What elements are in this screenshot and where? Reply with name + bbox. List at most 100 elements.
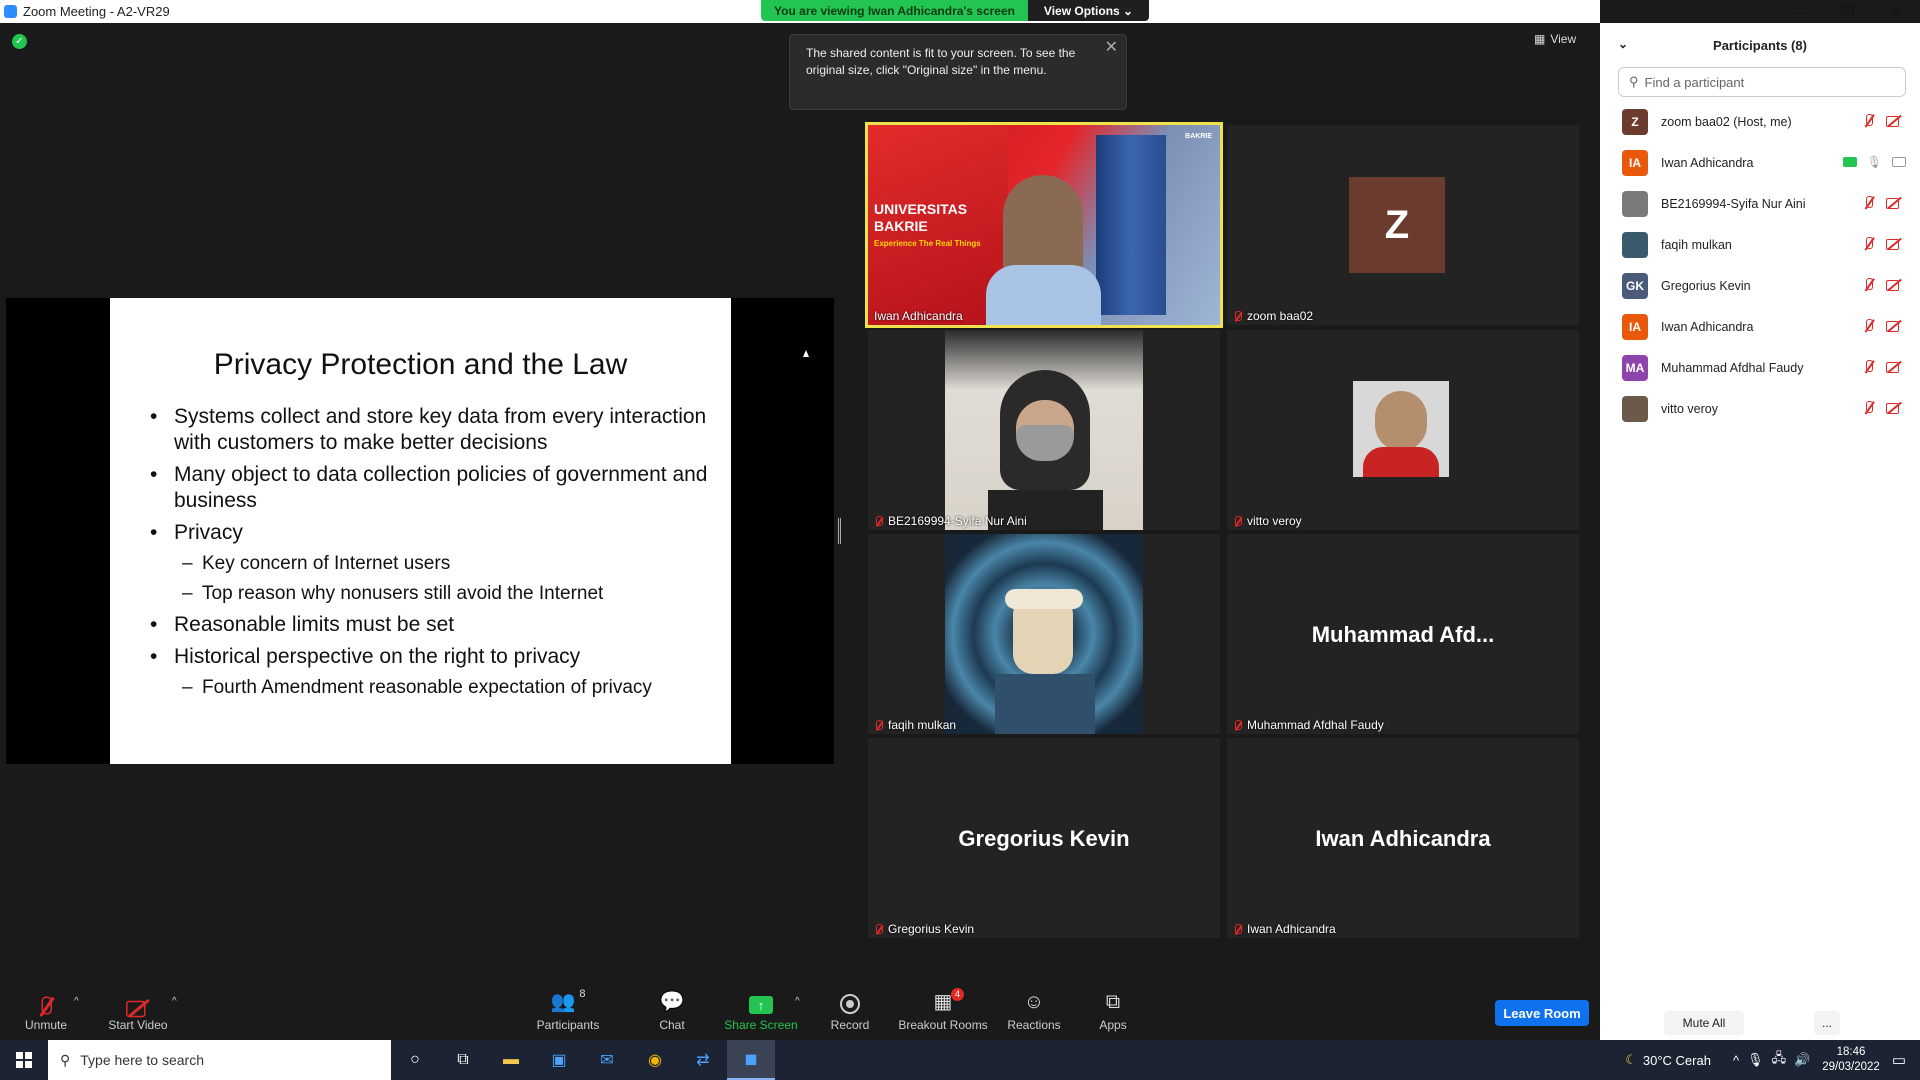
slide-bullet: Privacy (110, 520, 731, 546)
mute-all-button[interactable]: Mute All (1664, 1011, 1744, 1035)
video-tile[interactable]: Gregorius Kevin Gregorius Kevin (868, 738, 1220, 938)
video-off-icon[interactable] (1886, 360, 1902, 373)
share-options-chevron-icon[interactable]: ^ (795, 996, 800, 1007)
video-tile-active-speaker[interactable]: UNIVERSITAS BAKRIE Experience The Real T… (865, 122, 1223, 328)
video-off-icon[interactable] (1886, 278, 1902, 291)
university-banner: UNIVERSITAS BAKRIE Experience The Real T… (874, 201, 981, 248)
video-tile[interactable]: Iwan Adhicandra Iwan Adhicandra (1227, 738, 1579, 938)
encryption-shield-icon[interactable]: ✓ (12, 34, 27, 49)
avatar: Z (1622, 108, 1648, 135)
presenter-shirt (986, 265, 1101, 325)
muted-mic-icon[interactable] (1862, 278, 1876, 292)
network-icon[interactable]: 🖧 (1772, 1049, 1787, 1071)
tile-name-label: Muhammad Afdhal Faudy (1233, 718, 1384, 732)
view-options-button[interactable]: View Options ⌄ (1028, 0, 1149, 21)
volume-icon[interactable]: 🔊 (1794, 1052, 1810, 1068)
video-off-icon[interactable] (1886, 319, 1902, 332)
muted-mic-icon[interactable] (1862, 360, 1876, 374)
task-view-icon[interactable]: ⧉ (439, 1040, 487, 1080)
video-off-icon[interactable] (1886, 237, 1902, 250)
minimize-button[interactable]: — (1777, 0, 1823, 23)
participant-row[interactable]: GK Gregorius Kevin (1600, 265, 1920, 306)
muted-mic-icon[interactable] (1862, 114, 1876, 128)
leave-room-button[interactable]: Leave Room (1495, 1000, 1589, 1026)
mic-on-icon[interactable]: 🎙 (1867, 155, 1882, 169)
tile-name-label: Gregorius Kevin (874, 922, 974, 936)
apps-icon: ⧉ (1105, 991, 1121, 1013)
mail-icon[interactable]: ✉ (583, 1040, 631, 1080)
sharing-screen-icon (1842, 157, 1857, 167)
store-icon[interactable]: ▣ (535, 1040, 583, 1080)
tooltip-close-icon[interactable]: ✕ (1105, 39, 1118, 56)
participant-name: Gregorius Kevin (1661, 278, 1751, 293)
reactions-button[interactable]: ☺ Reactions (994, 988, 1074, 1032)
participant-row[interactable]: BE2169994-Syifa Nur Aini (1600, 183, 1920, 224)
video-off-icon[interactable] (1886, 114, 1902, 127)
video-options-chevron-icon[interactable]: ^ (172, 996, 177, 1007)
close-button[interactable]: ✕ (1873, 0, 1919, 23)
video-tile[interactable]: faqih mulkan (868, 534, 1220, 734)
breakout-rooms-button[interactable]: ▦ 4 Breakout Rooms (895, 988, 991, 1032)
chrome-icon[interactable]: ◉ (631, 1040, 679, 1080)
participant-row[interactable]: IA Iwan Adhicandra 🎙 (1600, 142, 1920, 183)
participant-row[interactable]: Z zoom baa02 (Host, me) (1600, 101, 1920, 142)
video-on-icon[interactable] (1892, 157, 1906, 167)
search-icon: ⚲ (60, 1051, 71, 1068)
record-button[interactable]: Record (810, 988, 890, 1032)
screen-share-banner: You are viewing Iwan Adhicandra's screen… (761, 0, 1149, 21)
participant-row[interactable]: faqih mulkan (1600, 224, 1920, 265)
collapse-chevron-icon[interactable]: ⌄ (1618, 37, 1628, 51)
more-options-button[interactable]: ... (1814, 1011, 1840, 1035)
split-view-handle[interactable] (838, 518, 841, 544)
apps-button[interactable]: ⧉ Apps (1073, 988, 1153, 1032)
clock[interactable]: 18:46 29/03/2022 (1822, 1045, 1880, 1075)
unmute-button[interactable]: Unmute (6, 988, 86, 1032)
panel-header: ⌄ Participants (8) (1600, 23, 1920, 67)
video-off-icon[interactable] (1886, 401, 1902, 414)
start-button[interactable] (0, 1040, 48, 1080)
start-video-button[interactable]: Start Video (98, 988, 178, 1032)
profile-picture (945, 534, 1143, 734)
chat-button[interactable]: 💬 Chat (632, 988, 712, 1032)
muted-mic-icon[interactable] (1862, 196, 1876, 210)
profile-picture (1353, 381, 1449, 477)
slide-bullet: Systems collect and store key data from … (110, 404, 731, 456)
muted-mic-icon (1233, 719, 1243, 731)
search-placeholder: Find a participant (1644, 74, 1745, 90)
file-explorer-icon[interactable]: ▬ (487, 1040, 535, 1080)
share-screen-button[interactable]: ↑ Share Screen (720, 988, 802, 1032)
taskbar-search-input[interactable]: ⚲ Type here to search (48, 1040, 391, 1080)
cortana-icon[interactable]: ○ (391, 1040, 439, 1080)
participants-button[interactable]: 👥 8 Participants (528, 988, 608, 1032)
view-layout-button[interactable]: ▦ View (1534, 32, 1576, 46)
video-tile[interactable]: Z zoom baa02 (1227, 125, 1579, 325)
participants-count: 8 (579, 988, 586, 1000)
weather-text[interactable]: 30°C Cerah (1643, 1053, 1711, 1068)
participants-panel: ⌄ Participants (8) ⚲ Find a participant … (1600, 23, 1920, 1040)
microphone-icon[interactable]: 🎙 (1747, 1052, 1764, 1068)
video-off-icon (126, 998, 150, 1018)
zoom-taskbar-icon[interactable]: ◼ (727, 1040, 775, 1080)
show-hidden-icons-chevron-icon[interactable]: ^ (1733, 1053, 1739, 1068)
slide-bullet: Reasonable limits must be set (110, 612, 731, 638)
video-off-icon[interactable] (1886, 196, 1902, 209)
video-tile[interactable]: Muhammad Afd... Muhammad Afdhal Faudy (1227, 534, 1579, 734)
slide-bullet: Many object to data collection policies … (110, 462, 731, 514)
tile-name-label: Iwan Adhicandra (874, 309, 963, 323)
video-tile[interactable]: BE2169994-Syifa Nur Aini (868, 330, 1220, 530)
participant-row[interactable]: IA Iwan Adhicandra (1600, 306, 1920, 347)
breakout-rooms-icon: ▦ (933, 991, 953, 1013)
participant-row[interactable]: vitto veroy (1600, 388, 1920, 429)
video-tile[interactable]: vitto veroy (1227, 330, 1579, 530)
muted-mic-icon[interactable] (1862, 237, 1876, 251)
audio-options-chevron-icon[interactable]: ^ (74, 996, 79, 1007)
muted-mic-icon[interactable] (1862, 401, 1876, 415)
teamviewer-icon[interactable]: ⇄ (679, 1040, 727, 1080)
notifications-icon[interactable]: ▭ (1892, 1051, 1906, 1069)
restore-button[interactable]: ❐ (1825, 0, 1871, 23)
participant-row[interactable]: MA Muhammad Afdhal Faudy (1600, 347, 1920, 388)
muted-mic-icon[interactable] (1862, 319, 1876, 333)
participant-search-input[interactable]: ⚲ Find a participant (1618, 67, 1906, 97)
slide-sub-bullet: Fourth Amendment reasonable expectation … (110, 676, 731, 700)
muted-mic-icon (36, 996, 57, 1018)
